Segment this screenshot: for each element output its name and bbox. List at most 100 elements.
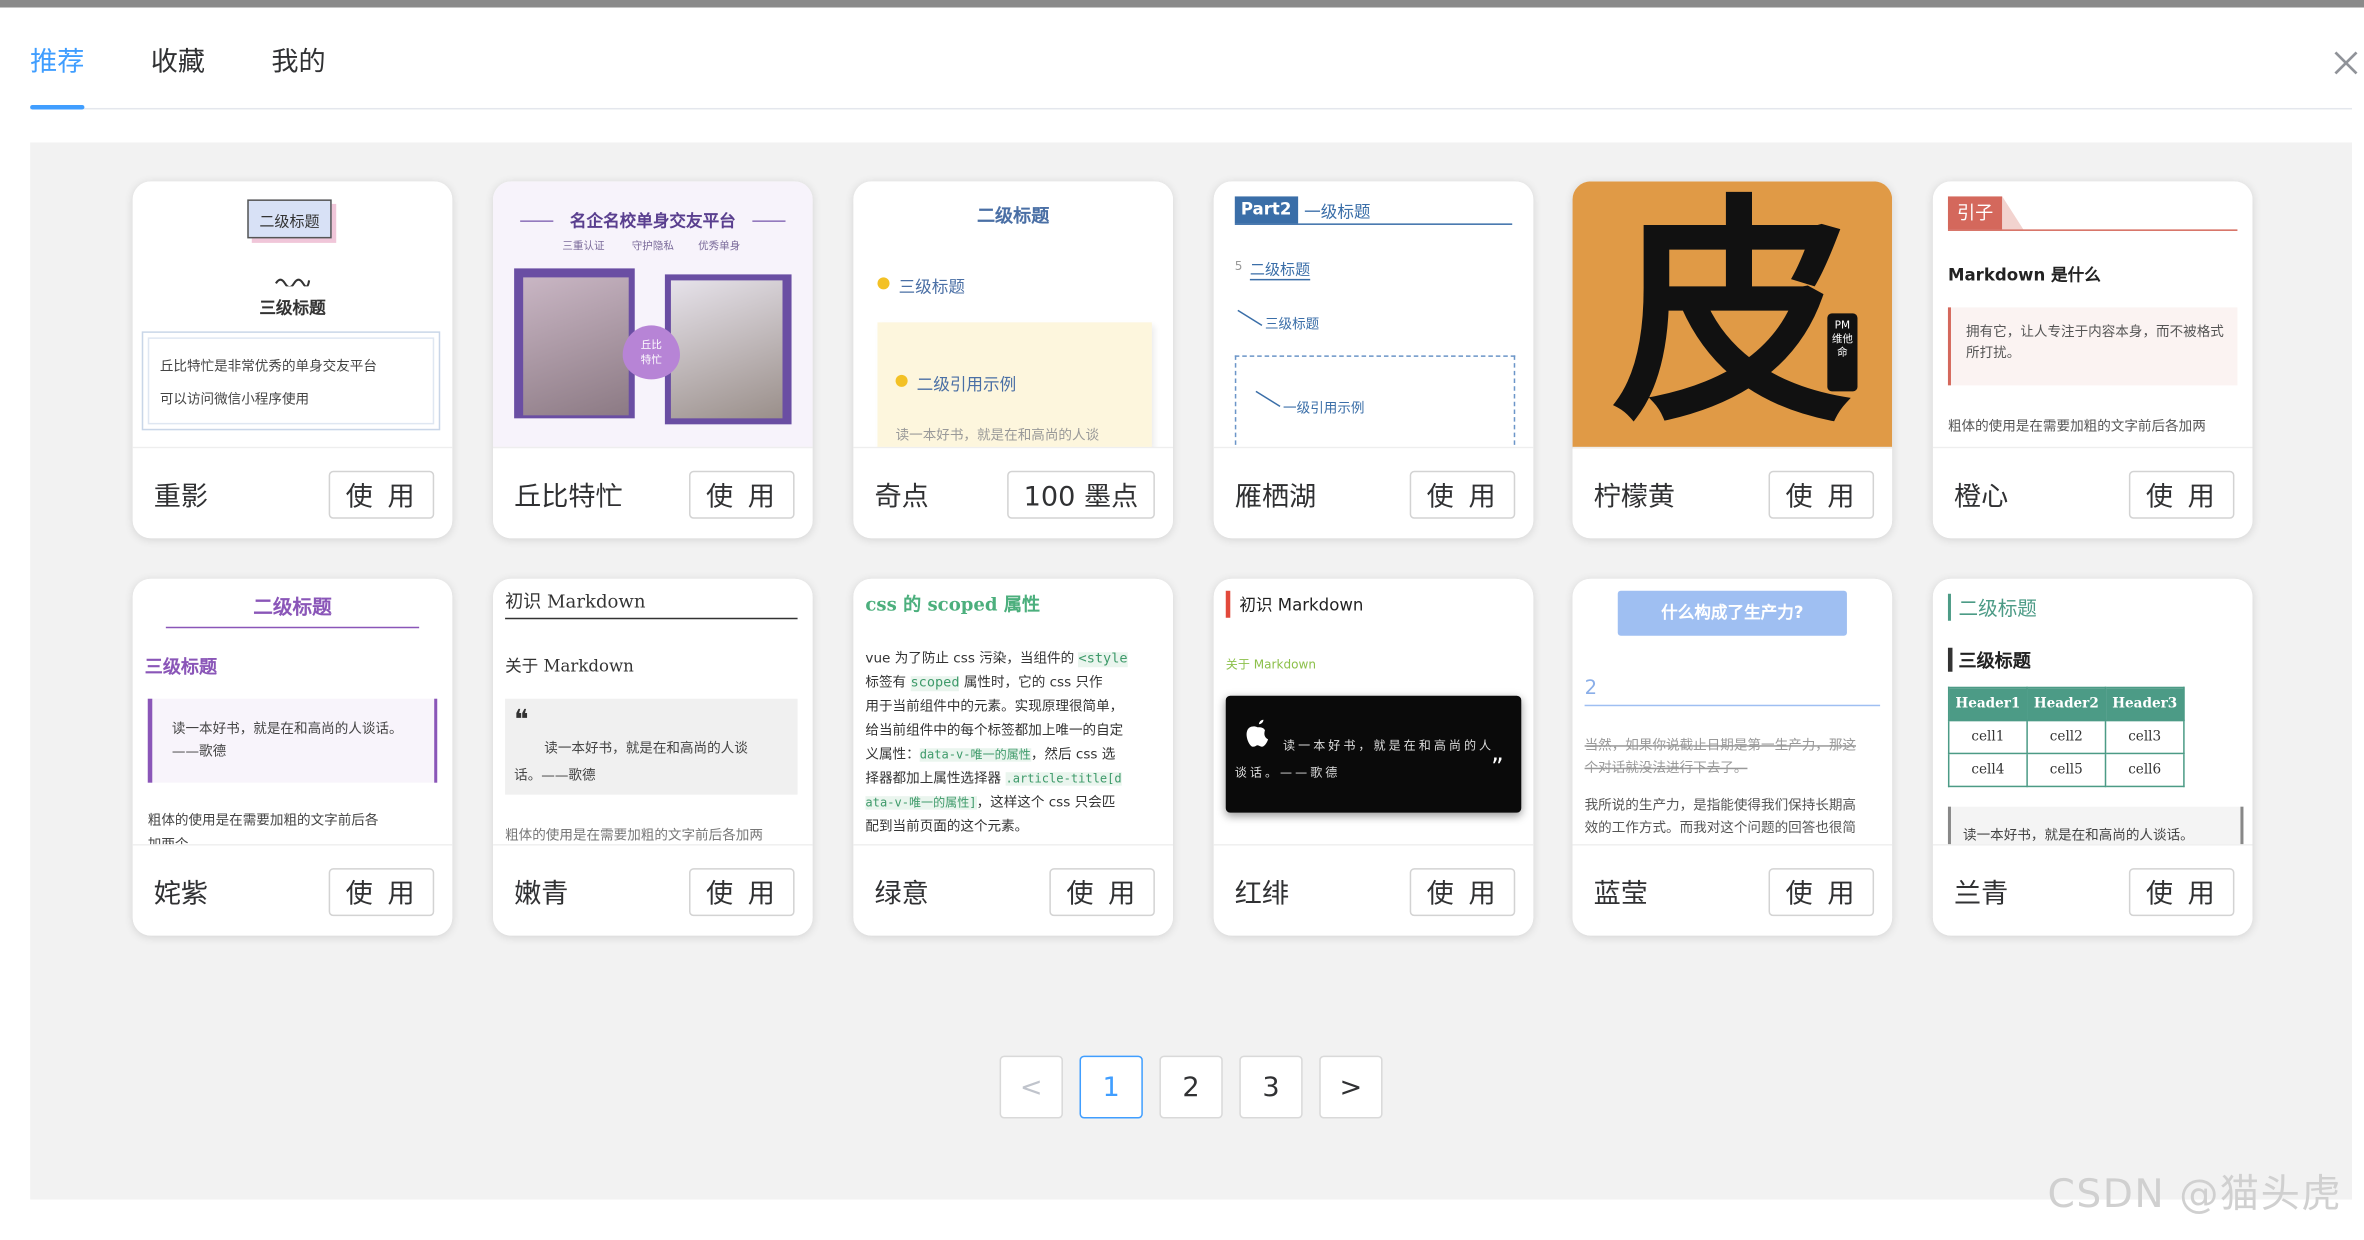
heart-badge: 丘比 特忙 [622, 325, 680, 380]
preview-line: 择器都加上属性选择器 .article-title[d [865, 768, 1122, 788]
slash-icon [1237, 309, 1263, 327]
template-card-qiubitemang[interactable]: 名企名校单身交友平台 三重认证 守护隐私 优秀单身 丘比 特忙 丘比特忙 使 用 [493, 181, 813, 539]
preview-title: 什么构成了生产力? [1617, 590, 1847, 636]
use-button[interactable]: 使 用 [689, 868, 795, 917]
preview-line: 标签有 scoped 属性时，它的 css 只作 [865, 672, 1103, 692]
preview-h2: 关于 Markdown [505, 656, 634, 677]
preview-h2: 二级标题 [1958, 598, 2037, 621]
template-card-lanqing[interactable]: 二级标题 三级标题 Header1 Header2 Header3 cell1 … [1932, 578, 2253, 936]
preview-quote-title: 二级引用示例 [916, 374, 1017, 395]
template-preview: 什么构成了生产力? 2 当然，如果你说截止日期是第一生产力，那这 个对话就没法进… [1572, 578, 1893, 846]
template-card-chazi[interactable]: 二级标题 三级标题 读一本好书，就是在和高尚的人谈话。——歌德 粗体的使用是在需… [132, 578, 453, 936]
page-2-button[interactable]: 2 [1159, 1055, 1223, 1119]
preview-strike-line: 个对话就没法进行下去了。 [1584, 761, 1748, 777]
template-preview: 二级标题 三级标题 二级引用示例 读一本好书，就是在和高尚的人谈 [853, 181, 1173, 449]
text-run: 择器都加上属性选择器 [865, 772, 1002, 788]
template-preview: 名企名校单身交友平台 三重认证 守护隐私 优秀单身 丘比 特忙 [493, 181, 813, 449]
card-footer: 奇点 100 墨点 [853, 448, 1173, 539]
code-inline: ata-v-唯一的属性] [865, 796, 977, 810]
prev-page-button[interactable]: < [999, 1055, 1063, 1119]
preview-line: 粗体的使用是在需要加粗的文字前后各加两 [505, 829, 763, 845]
close-icon[interactable] [2328, 45, 2364, 81]
preview-h2: 二级标题 [1249, 256, 1311, 281]
photo-girl-image [523, 277, 629, 416]
preview-tag: 引子 [1947, 196, 2003, 230]
divider [165, 626, 420, 629]
preview-line: 义属性：data-v-唯一的属性，然后 css 选 [865, 744, 1115, 763]
divider [505, 617, 798, 620]
use-button[interactable]: 使 用 [1410, 470, 1516, 519]
template-card-lanying[interactable]: 什么构成了生产力? 2 当然，如果你说截止日期是第一生产力，那这 个对话就没法进… [1572, 578, 1893, 936]
template-card-chengxin[interactable]: 引子 Markdown 是什么 拥有它，让人专注于内容本身，而不被格式所打扰。 … [1932, 181, 2253, 539]
template-card-hongfei[interactable]: 初识 Markdown 关于 Markdown 读一本好书，就是在和高尚的人 谈… [1213, 578, 1534, 936]
preview-quote-title: 一级引用示例 [1283, 401, 1365, 417]
text-run: 义属性： [865, 748, 920, 764]
template-preview: 引子 Markdown 是什么 拥有它，让人专注于内容本身，而不被格式所打扰。 … [1932, 181, 2253, 449]
price-button[interactable]: 100 墨点 [1007, 470, 1155, 519]
use-button[interactable]: 使 用 [329, 470, 435, 519]
template-card-yanqihu[interactable]: Part2 一级标题 5 二级标题 三级标题 一级引用示例 雁栖湖 使 用 [1213, 181, 1534, 539]
preview-line: 效的工作方式。而我对这个问题的回答也很简 [1584, 821, 1857, 837]
quote-mark-icon: ” [1491, 752, 1504, 782]
preview-quote: 读一本好书，就是在和高尚的人谈话。 [1963, 829, 2194, 845]
next-page-button[interactable]: > [1319, 1055, 1383, 1119]
use-button[interactable]: 使 用 [689, 470, 795, 519]
template-dialog: 推荐 收藏 我的 二级标题 三级标题 丘比特忙是非常优秀的单身交友平台 可以访问… [0, 0, 2364, 1240]
template-preview: 初识 Markdown 关于 Markdown 读一本好书，就是在和高尚的人 谈… [1213, 578, 1534, 846]
template-card-ningmenghuang[interactable]: 皮 PM维他命 柠檬黄 使 用 [1572, 181, 1893, 539]
apple-icon [1246, 719, 1268, 747]
page-3-button[interactable]: 3 [1239, 1055, 1303, 1119]
preview-line: 粗体的使用是在需要加粗的文字前后各 [147, 814, 379, 830]
use-button[interactable]: 使 用 [2129, 470, 2235, 519]
template-name: 蓝莹 [1593, 878, 1648, 911]
preview-h3: 三级标题 [1958, 650, 2031, 672]
preview-part-tag: Part2 [1234, 196, 1298, 224]
use-button[interactable]: 使 用 [1768, 868, 1875, 917]
preview-strike-line: 当然，如果你说截止日期是第一生产力，那这 [1584, 739, 1857, 755]
tab-mine[interactable]: 我的 [271, 45, 325, 109]
tab-bar: 推荐 收藏 我的 [30, 0, 2353, 110]
table-cell: cell3 [2104, 719, 2185, 755]
preview-tag: 优秀单身 [698, 239, 741, 252]
template-card-chongying[interactable]: 二级标题 三级标题 丘比特忙是非常优秀的单身交友平台 可以访问微信小程序使用 重… [132, 181, 453, 539]
code-inline: scoped [910, 676, 960, 692]
card-footer: 重影 使 用 [132, 448, 453, 539]
preview-line: 加两个 [147, 838, 189, 846]
heading-bar [1225, 590, 1231, 618]
template-name: 橙心 [1953, 481, 2009, 513]
badge-text: 丘比 [640, 338, 662, 351]
watermark: CSDN @猫头虎 [2047, 1172, 2343, 1218]
use-button[interactable]: 使 用 [1410, 868, 1516, 917]
use-button[interactable]: 使 用 [329, 868, 435, 917]
card-footer: 柠檬黄 使 用 [1572, 448, 1893, 539]
use-button[interactable]: 使 用 [1768, 470, 1875, 519]
page-1-button[interactable]: 1 [1079, 1055, 1143, 1119]
preview-line: 配到当前页面的这个元素。 [865, 820, 1029, 836]
preview-h3: 三级标题 [1264, 317, 1320, 333]
code-inline: data-v-唯一的属性 [919, 748, 1031, 762]
divider [1947, 229, 2238, 231]
preview-h1: 一级标题 [1304, 202, 1371, 222]
divider [1584, 704, 1881, 707]
preview-h1: 初识 Markdown [505, 590, 646, 612]
template-preview: 皮 PM维他命 [1572, 181, 1893, 449]
preview-h1: 初识 Markdown [1239, 595, 1364, 615]
table-cell: cell5 [2026, 752, 2107, 788]
card-footer: 兰青 使 用 [1932, 845, 2253, 936]
tab-favorites[interactable]: 收藏 [151, 45, 205, 109]
preview-h2: 二级标题 [247, 199, 332, 239]
template-name: 雁栖湖 [1234, 481, 1317, 513]
use-button[interactable]: 使 用 [1049, 868, 1155, 917]
template-card-qidian[interactable]: 二级标题 三级标题 二级引用示例 读一本好书，就是在和高尚的人谈 奇点 100 … [853, 181, 1173, 539]
template-card-nenqing[interactable]: 初识 Markdown 关于 Markdown ❝ 读一本好书，就是在和高尚的人… [493, 578, 813, 936]
preview-h2: 二级标题 [253, 596, 332, 620]
table-header: Header3 [2104, 686, 2185, 722]
table-cell: cell2 [2026, 719, 2107, 755]
preview-title: Markdown 是什么 [1947, 265, 2101, 285]
tab-recommend[interactable]: 推荐 [30, 45, 85, 110]
template-card-lvyi[interactable]: css 的 scoped 属性 vue 为了防止 css 污染，当组件的 <st… [853, 578, 1173, 936]
use-button[interactable]: 使 用 [2129, 868, 2235, 917]
preview-title: 名企名校单身交友平台 [569, 211, 736, 231]
table-cell: cell1 [1947, 719, 2028, 755]
code-inline: <style [1078, 652, 1128, 668]
